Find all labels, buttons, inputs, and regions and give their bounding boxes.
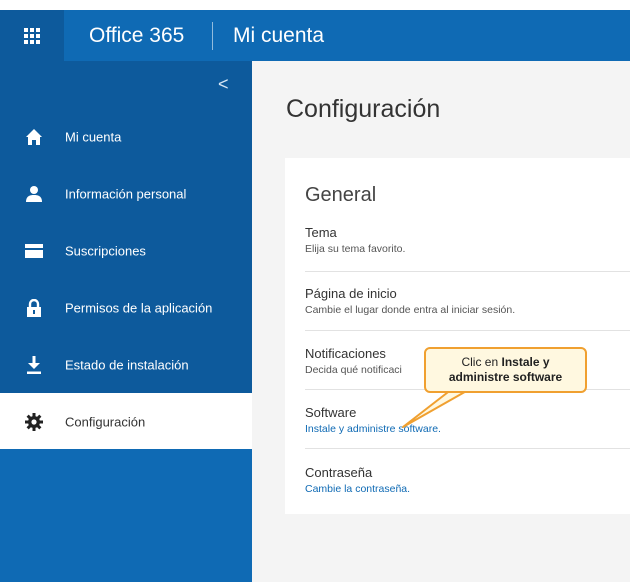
setting-title: Software	[305, 405, 357, 420]
setting-description: Cambie el lugar donde entra al iniciar s…	[305, 304, 516, 316]
setting-row-tema[interactable]: Tema Elija su tema favorito.	[305, 224, 630, 256]
setting-row-contrasena[interactable]: Contraseña Cambie la contraseña.	[305, 464, 630, 496]
section-title: General	[305, 184, 377, 206]
waffle-icon	[24, 27, 40, 44]
install-software-link[interactable]: Instale y administre software.	[305, 422, 630, 436]
setting-row-software[interactable]: Software Instale y administre software.	[305, 404, 630, 436]
sidebar-item-label: Estado de instalación	[65, 357, 189, 372]
row-divider	[305, 330, 630, 331]
change-password-link[interactable]: Cambie la contraseña.	[305, 482, 630, 496]
lock-icon	[24, 298, 44, 318]
sidebar-item-configuracion[interactable]: Configuración	[0, 393, 252, 450]
topbar-divider	[212, 22, 213, 50]
collapse-sidebar-icon[interactable]: <	[218, 75, 229, 93]
settings-card: General Tema Elija su tema favorito. Pág…	[285, 158, 630, 514]
setting-title: Contraseña	[305, 465, 373, 480]
download-icon	[24, 355, 44, 375]
sidebar-item-label: Mi cuenta	[65, 129, 122, 144]
sidebar-item-mi-cuenta[interactable]: Mi cuenta	[0, 108, 252, 165]
setting-row-pagina-inicio[interactable]: Página de inicio Cambie el lugar donde e…	[305, 285, 630, 317]
sidebar-item-estado-instalacion[interactable]: Estado de instalación	[0, 336, 252, 393]
callout-text-bold: Instale y	[501, 355, 550, 369]
home-icon	[24, 127, 44, 147]
setting-title: Tema	[305, 225, 337, 240]
setting-description: Elija su tema favorito.	[305, 243, 406, 255]
sidebar: < Mi cuenta Información personal Suscrip…	[0, 61, 252, 582]
row-divider	[305, 448, 630, 449]
gear-icon	[24, 412, 44, 432]
sidebar-item-permisos[interactable]: Permisos de la aplicación	[0, 279, 252, 336]
cropped-header-text	[0, 0, 630, 10]
callout-text-bold-2: administre software	[448, 370, 563, 384]
brand-name[interactable]: Office 365	[89, 10, 184, 61]
app-title: Mi cuenta	[233, 24, 325, 47]
card-icon	[24, 241, 44, 261]
page-title: Configuración	[286, 95, 441, 123]
sidebar-item-label: Suscripciones	[65, 243, 146, 258]
sidebar-item-label: Configuración	[65, 414, 146, 429]
setting-title: Página de inicio	[305, 286, 397, 301]
row-divider	[305, 271, 630, 272]
sidebar-item-informacion-personal[interactable]: Información personal	[0, 165, 252, 222]
sidebar-footer	[0, 449, 252, 582]
main-content: Configuración General Tema Elija su tema…	[252, 61, 630, 582]
sidebar-item-label: Información personal	[65, 186, 187, 201]
person-icon	[24, 184, 44, 204]
sidebar-item-suscripciones[interactable]: Suscripciones	[0, 222, 252, 279]
callout-text-plain: Clic en	[461, 355, 502, 369]
instruction-callout: Clic en Instale y administre software	[424, 347, 587, 393]
top-bar: Office 365 Mi cuenta	[0, 10, 630, 61]
sidebar-item-label: Permisos de la aplicación	[65, 300, 213, 315]
app-launcher-button[interactable]	[0, 10, 64, 61]
